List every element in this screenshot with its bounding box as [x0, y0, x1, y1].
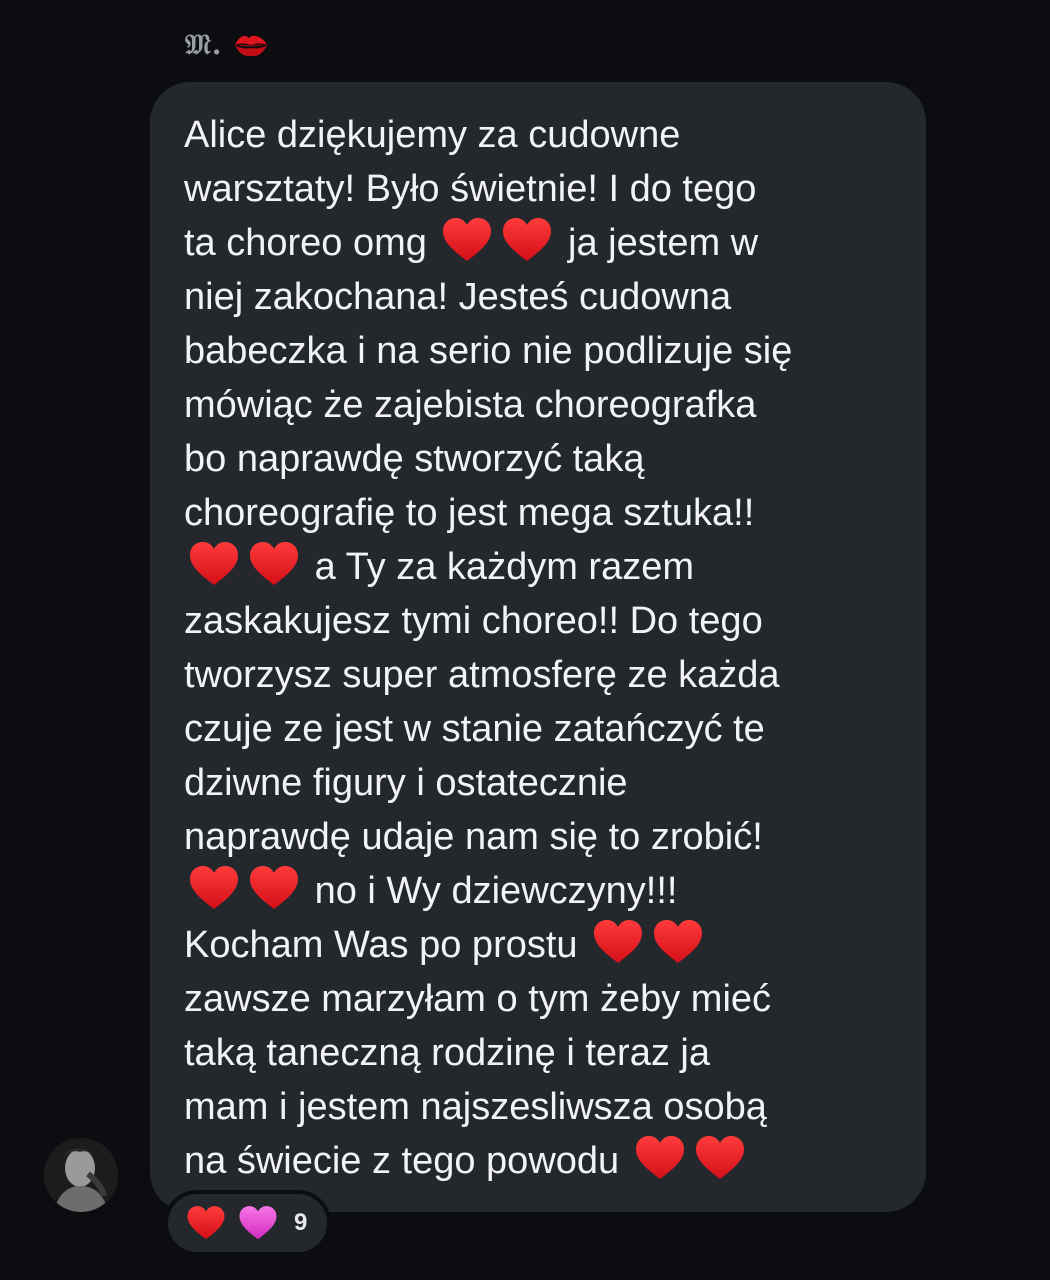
message-line: a Ty za każdym razem — [314, 546, 694, 588]
message-line: na świecie z tego powodu — [184, 1140, 620, 1182]
pink-heart-icon — [238, 1205, 278, 1241]
red-heart-icon — [441, 217, 493, 263]
message-line: zaskakujesz tymi choreo!! Do tego — [184, 600, 763, 642]
message-line: zawsze marzyłam o tym żeby mieć — [184, 978, 772, 1020]
message-line: dziwne figury i ostatecznie — [184, 762, 628, 804]
message-line: Alice dziękujemy za cudowne — [184, 114, 681, 156]
kiss-mark-icon — [233, 30, 269, 60]
red-heart-icon — [694, 1135, 746, 1181]
message-line: naprawdę udaje nam się to zrobić! — [184, 816, 763, 858]
red-heart-icon — [188, 865, 240, 911]
red-heart-icon — [186, 1205, 226, 1241]
message-text: Alice dziękujemy za cudowne warsztaty! B… — [184, 108, 914, 1188]
red-heart-icon — [248, 865, 300, 911]
message-line: niej zakochana! Jesteś cudowna — [184, 276, 732, 318]
message-line: taką taneczną rodzinę i teraz ja — [184, 1032, 710, 1074]
message-line: czuje ze jest w stanie zatańczyć te — [184, 708, 765, 750]
message-line: ja jestem w — [568, 222, 759, 264]
red-heart-icon — [501, 217, 553, 263]
message-line: babeczka i na serio nie podlizuje się — [184, 330, 793, 372]
sender-header: 𝔐. — [185, 28, 269, 62]
red-heart-icon — [592, 919, 644, 965]
message-line: Kocham Was po prostu — [184, 924, 578, 966]
chat-screen: 𝔐. Alice dziękujemy za cudowne warsztaty… — [0, 0, 1050, 1280]
message-line: warsztaty! Było świetnie! I do tego — [184, 168, 757, 210]
message-line: mówiąc że zajebista choreografka — [184, 384, 757, 426]
red-heart-icon — [188, 541, 240, 587]
message-line: ta choreo omg — [184, 222, 427, 264]
message-line: choreografię to jest mega sztuka!! — [184, 492, 755, 534]
red-heart-icon — [652, 919, 704, 965]
message-line: mam i jestem najszesliwsza osobą — [184, 1086, 767, 1128]
message-line: tworzysz super atmosferę ze każda — [184, 654, 780, 696]
reaction-count: 9 — [294, 1209, 308, 1236]
message-line: bo naprawdę stworzyć taką — [184, 438, 645, 480]
avatar[interactable] — [44, 1138, 118, 1212]
reactions-pill[interactable]: 9 — [164, 1190, 332, 1256]
red-heart-icon — [248, 541, 300, 587]
sender-name: 𝔐. — [185, 28, 223, 61]
red-heart-icon — [634, 1135, 686, 1181]
message-line: no i Wy dziewczyny!!! — [314, 870, 678, 912]
